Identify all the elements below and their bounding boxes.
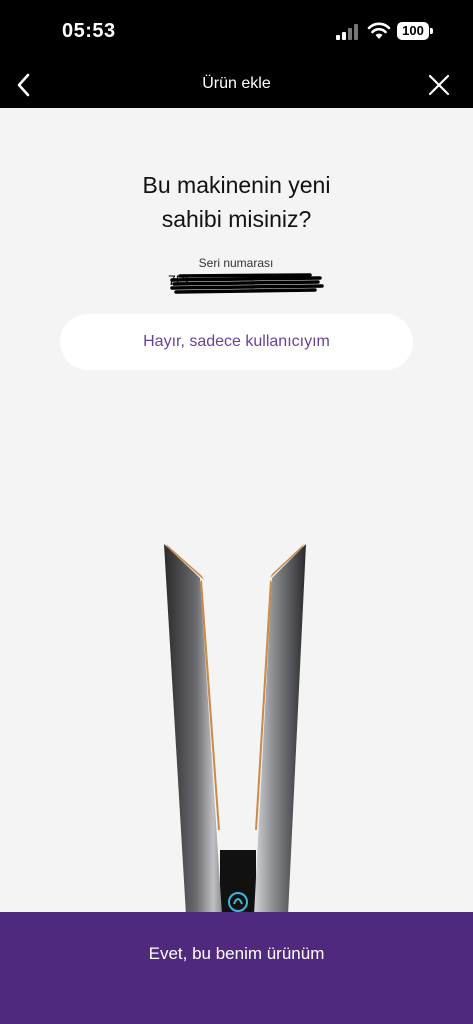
just-user-button[interactable]: Hayır, sadece kullanıcıyım (60, 314, 413, 370)
question-line-1: Bu makinenin yeni (142, 172, 331, 198)
status-time: 05:53 (62, 20, 116, 42)
status-bar: 05:53 100 (0, 0, 473, 62)
close-button[interactable] (424, 70, 454, 100)
close-icon (428, 74, 450, 96)
page-title: Ürün ekle (202, 75, 271, 92)
yes-my-product-button[interactable]: Evet, bu benim ürünüm (0, 912, 473, 1024)
battery-level: 100 (397, 22, 429, 40)
nav-bar: Ürün ekle (0, 62, 473, 108)
hair-straightener-image (164, 544, 306, 915)
ownership-question: Bu makinenin yeni sahibi misiniz? (60, 168, 413, 236)
serial-redaction-scribble (170, 273, 324, 294)
battery-tip (430, 28, 433, 34)
wifi-icon (367, 22, 391, 39)
signal-icon (336, 24, 358, 40)
battery-icon: 100 (397, 22, 433, 40)
serial-label: Seri numarası (198, 256, 274, 270)
question-line-2: sahibi misiniz? (161, 206, 312, 232)
